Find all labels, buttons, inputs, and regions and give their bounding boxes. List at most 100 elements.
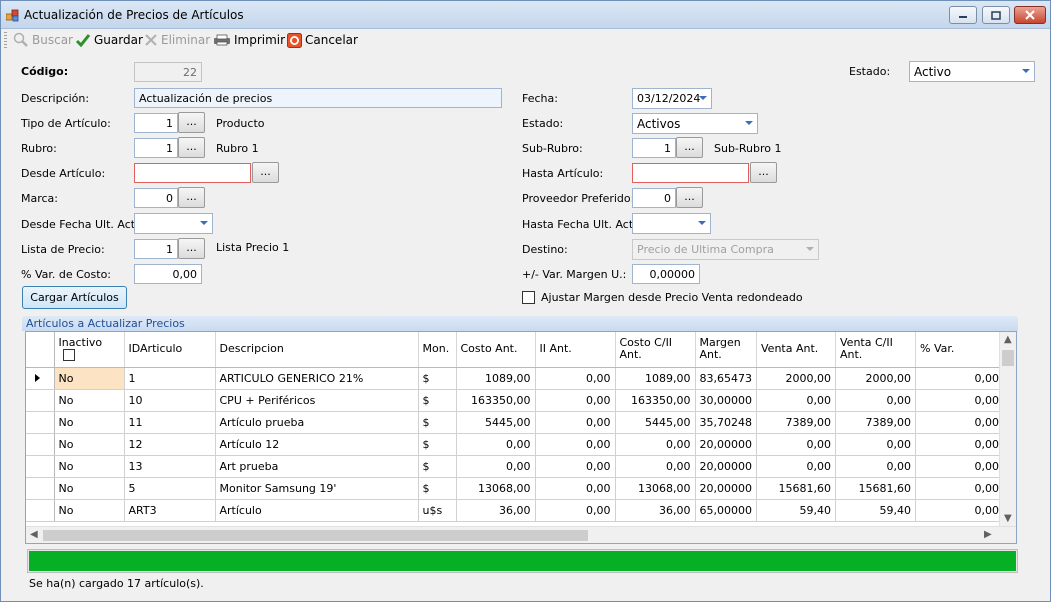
- maximize-button[interactable]: [982, 6, 1010, 24]
- grid-cell[interactable]: ART3: [124, 499, 216, 522]
- col-header-moneda[interactable]: Mon.: [418, 332, 457, 368]
- row-header[interactable]: [26, 389, 55, 412]
- col-header-descripcion[interactable]: Descripcion: [215, 332, 419, 368]
- grid-cell[interactable]: 0,00: [915, 477, 1004, 500]
- table-row[interactable]: No 5 Monitor Samsung 19' $13068,00 0,00 13068…: [26, 477, 1004, 500]
- horizontal-scrollbar[interactable]: ◀ ▶: [26, 526, 1016, 543]
- vertical-scrollbar[interactable]: ▲ ▼: [999, 332, 1016, 528]
- vertical-scroll-thumb[interactable]: [1002, 350, 1014, 366]
- desde-articulo-browse-button[interactable]: ...: [252, 162, 279, 183]
- inactivo-header-checkbox[interactable]: [62, 349, 75, 362]
- grid-cell[interactable]: 59,40: [756, 499, 836, 522]
- grid-cell[interactable]: 65,00000: [695, 499, 757, 522]
- grid-cell[interactable]: 1: [124, 367, 216, 390]
- grid-cell[interactable]: 13068,00: [615, 477, 696, 500]
- destino-combo[interactable]: Precio de Ultima Compra: [632, 239, 819, 260]
- cargar-articulos-button[interactable]: Cargar Artículos: [22, 286, 127, 309]
- grid-cell[interactable]: 0,00: [915, 455, 1004, 478]
- tipo-browse-button[interactable]: ...: [178, 112, 205, 133]
- buscar-button[interactable]: Buscar: [13, 31, 73, 49]
- grid-cell[interactable]: 15681,60: [756, 477, 836, 500]
- col-header-inactivo[interactable]: Inactivo: [54, 332, 125, 368]
- grid-cell[interactable]: No: [54, 389, 125, 412]
- grid-cell[interactable]: $: [418, 433, 457, 456]
- grid-cell[interactable]: 0,00: [535, 477, 616, 500]
- var-costo-input[interactable]: 0,00: [134, 264, 202, 284]
- grid-cell[interactable]: No: [54, 477, 125, 500]
- grid-cell[interactable]: 0,00: [915, 389, 1004, 412]
- grid-cell[interactable]: 0,00: [535, 367, 616, 390]
- grid-cell[interactable]: 13068,00: [456, 477, 536, 500]
- scroll-left-icon[interactable]: ◀: [30, 529, 38, 540]
- grid-cell[interactable]: 11: [124, 411, 216, 434]
- grid-cell[interactable]: 1089,00: [456, 367, 536, 390]
- var-margen-input[interactable]: 0,00000: [632, 264, 700, 284]
- imprimir-button[interactable]: Imprimir: [213, 31, 285, 49]
- grid-cell[interactable]: 36,00: [615, 499, 696, 522]
- scroll-down-icon[interactable]: ▼: [1004, 513, 1012, 524]
- grid-cell[interactable]: 35,70248: [695, 411, 757, 434]
- desde-articulo-input[interactable]: [134, 163, 251, 183]
- cancelar-button[interactable]: Cancelar: [287, 31, 358, 49]
- grid-cell[interactable]: 20,00000: [695, 455, 757, 478]
- col-header-venta-cii-ant[interactable]: Venta C/II Ant.: [835, 332, 916, 368]
- hasta-articulo-input[interactable]: [632, 163, 749, 183]
- grid-cell[interactable]: 20,00000: [695, 433, 757, 456]
- hasta-articulo-browse-button[interactable]: ...: [750, 162, 777, 183]
- grid-cell[interactable]: 2000,00: [835, 367, 916, 390]
- grid-cell[interactable]: 1089,00: [615, 367, 696, 390]
- col-header-margen-ant[interactable]: Margen Ant.: [695, 332, 757, 368]
- table-row[interactable]: No 11 Artículo prueba $5445,00 0,00 5445,00 35…: [26, 411, 1004, 434]
- grid-cell[interactable]: 0,00: [756, 433, 836, 456]
- grid-cell[interactable]: 7389,00: [835, 411, 916, 434]
- col-header-ii-ant[interactable]: II Ant.: [535, 332, 616, 368]
- grid-cell[interactable]: 0,00: [835, 455, 916, 478]
- grid-cell[interactable]: Art prueba: [215, 455, 419, 478]
- row-header[interactable]: [26, 433, 55, 456]
- scroll-up-icon[interactable]: ▲: [1004, 334, 1012, 345]
- grid-cell[interactable]: 0,00: [915, 499, 1004, 522]
- lista-input[interactable]: 1: [134, 239, 178, 259]
- col-header-var-pct[interactable]: % Var.: [915, 332, 1004, 368]
- subrubro-browse-button[interactable]: ...: [676, 137, 703, 158]
- tipo-input[interactable]: 1: [134, 113, 178, 133]
- marca-browse-button[interactable]: ...: [178, 187, 205, 208]
- grid-cell[interactable]: 30,00000: [695, 389, 757, 412]
- row-header[interactable]: [26, 411, 55, 434]
- grid-cell[interactable]: $: [418, 455, 457, 478]
- rubro-input[interactable]: 1: [134, 138, 178, 158]
- lista-browse-button[interactable]: ...: [178, 238, 205, 259]
- grid-cell[interactable]: $: [418, 477, 457, 500]
- grid-cell[interactable]: 13: [124, 455, 216, 478]
- grid-cell[interactable]: No: [54, 411, 125, 434]
- guardar-button[interactable]: Guardar: [75, 31, 143, 49]
- grid-cell[interactable]: 7389,00: [756, 411, 836, 434]
- grid-cell[interactable]: 59,40: [835, 499, 916, 522]
- grid-cell[interactable]: 83,65473: [695, 367, 757, 390]
- grid-cell[interactable]: 5445,00: [615, 411, 696, 434]
- estado-top-combo[interactable]: Activo: [909, 61, 1035, 82]
- grid-cell[interactable]: 5: [124, 477, 216, 500]
- grid-cell[interactable]: 163350,00: [456, 389, 536, 412]
- grid-cell[interactable]: u$s: [418, 499, 457, 522]
- grid-cell[interactable]: 20,00000: [695, 477, 757, 500]
- row-header[interactable]: [26, 455, 55, 478]
- grid-cell[interactable]: No: [54, 499, 125, 522]
- grid-cell[interactable]: 0,00: [756, 455, 836, 478]
- grid-cell[interactable]: 0,00: [456, 433, 536, 456]
- grid-cell[interactable]: CPU + Periféricos: [215, 389, 419, 412]
- grid-cell[interactable]: 0,00: [915, 367, 1004, 390]
- grid-cell[interactable]: 0,00: [535, 499, 616, 522]
- table-row[interactable]: No 13 Art prueba $0,00 0,00 0,00 20,00000 0,00 0…: [26, 455, 1004, 478]
- grid-cell[interactable]: ARTICULO GENERICO 21%: [215, 367, 419, 390]
- grid-cell[interactable]: 36,00: [456, 499, 536, 522]
- grid-cell[interactable]: 0,00: [915, 411, 1004, 434]
- horizontal-scroll-thumb[interactable]: [43, 530, 588, 541]
- grid-cell[interactable]: 0,00: [535, 411, 616, 434]
- row-header[interactable]: [26, 499, 55, 522]
- grid-cell[interactable]: Artículo 12: [215, 433, 419, 456]
- grid-cell[interactable]: 0,00: [915, 433, 1004, 456]
- marca-input[interactable]: 0: [134, 188, 178, 208]
- ajustar-margen-checkbox[interactable]: [522, 291, 535, 304]
- grid-cell[interactable]: Artículo: [215, 499, 419, 522]
